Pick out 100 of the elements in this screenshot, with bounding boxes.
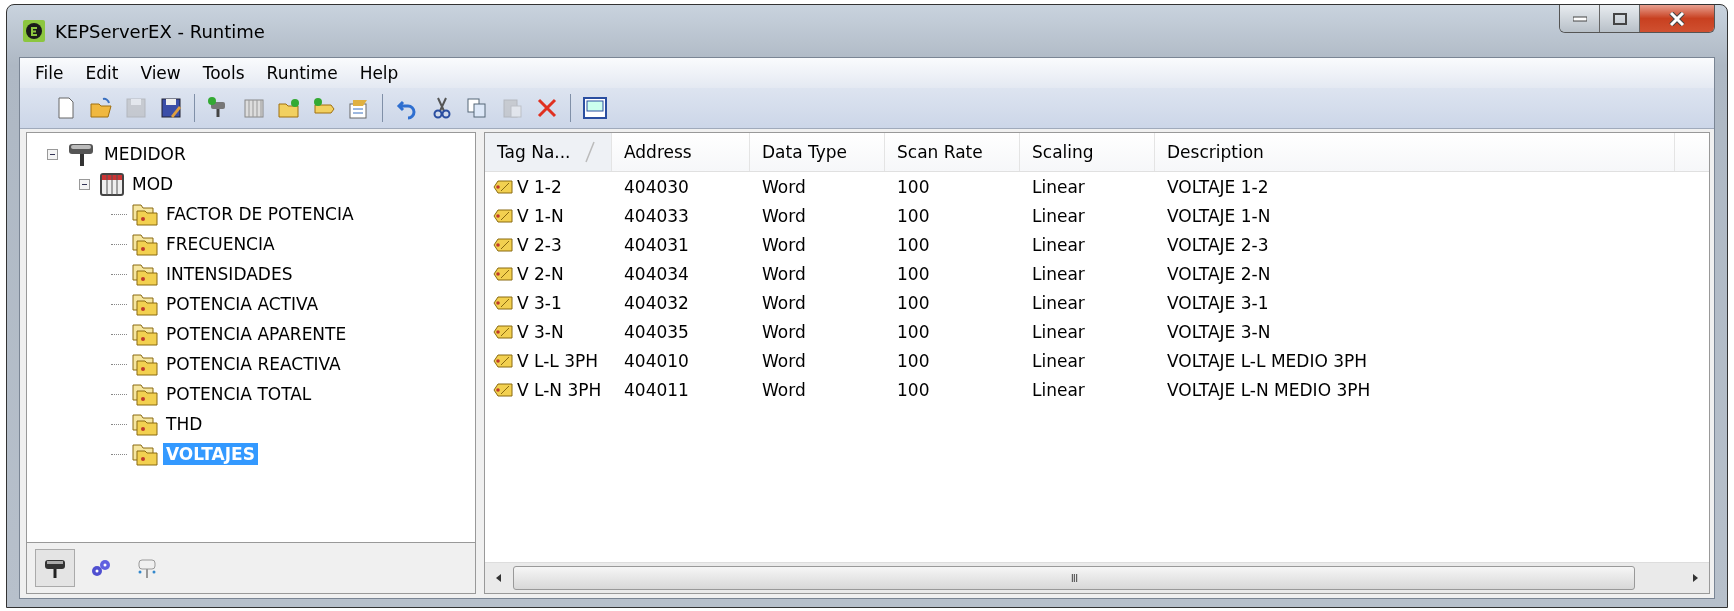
table-cell: Word — [762, 234, 806, 255]
menu-item[interactable]: File — [24, 63, 75, 83]
new-device-icon — [241, 96, 266, 120]
table-cell: VOLTAJE 1-2 — [1167, 176, 1269, 197]
folder-icon — [131, 232, 159, 256]
tag-name[interactable]: V 1-N — [517, 205, 564, 226]
table-cell: Linear — [1032, 263, 1085, 284]
maximize-icon — [1612, 12, 1627, 25]
tag-name[interactable]: V 3-1 — [517, 292, 562, 313]
table-cell: Linear — [1032, 205, 1085, 226]
folder-icon — [131, 292, 159, 316]
table-cell: 100 — [897, 350, 930, 371]
table-cell: 404032 — [624, 292, 689, 313]
menu-item[interactable]: Edit — [74, 63, 130, 83]
close-button[interactable] — [1640, 5, 1714, 32]
table-cell: 100 — [897, 176, 930, 197]
table-cell: Word — [762, 263, 806, 284]
close-icon — [1669, 11, 1685, 26]
table-cell: Linear — [1032, 379, 1085, 400]
table-cell: 100 — [897, 379, 930, 400]
tag-icon — [493, 265, 513, 282]
tag-name[interactable]: V 2-3 — [517, 234, 562, 255]
column-header[interactable]: Data Type — [750, 133, 885, 171]
menu-item[interactable]: Runtime — [255, 63, 349, 83]
table-cell: Linear — [1032, 350, 1085, 371]
table-cell: 404030 — [624, 176, 689, 197]
column-header[interactable]: Scaling — [1020, 133, 1155, 171]
table-cell: 404035 — [624, 321, 689, 342]
folder-icon — [131, 262, 159, 286]
column-header[interactable]: Address — [612, 133, 750, 171]
folder-icon — [131, 322, 159, 346]
table-cell: Word — [762, 292, 806, 313]
tree-item[interactable]: POTENCIA APARENTE — [163, 323, 350, 345]
table-cell: 404011 — [624, 379, 689, 400]
menu-item[interactable]: Tools — [191, 63, 256, 83]
table-cell: 404010 — [624, 350, 689, 371]
tag-icon — [493, 381, 513, 398]
table-cell: Word — [762, 205, 806, 226]
column-header[interactable]: Tag Na... — [485, 133, 612, 171]
tag-icon — [493, 352, 513, 369]
save-as-icon — [158, 96, 183, 120]
column-header[interactable]: Description — [1155, 133, 1675, 171]
tree-item[interactable]: POTENCIA ACTIVA — [163, 293, 322, 315]
tag-icon — [493, 207, 513, 224]
table-cell: Linear — [1032, 234, 1085, 255]
pane-tab[interactable] — [35, 549, 75, 587]
tree-item[interactable]: MEDIDOR — [101, 143, 189, 165]
minimize-button[interactable] — [1560, 5, 1600, 32]
scrollbar-thumb[interactable]: III — [513, 566, 1635, 590]
folder-icon — [131, 442, 159, 466]
save-icon — [123, 96, 148, 120]
window-title: KEPServerEX - Runtime — [55, 20, 265, 42]
open-folder-icon — [88, 96, 113, 120]
tag-icon — [493, 294, 513, 311]
horizontal-scrollbar[interactable]: III — [485, 562, 1709, 593]
tag-icon — [493, 178, 513, 195]
table-cell: Linear — [1032, 321, 1085, 342]
folder-icon — [131, 412, 159, 436]
table-cell: 100 — [897, 234, 930, 255]
tree-item[interactable]: POTENCIA REACTIVA — [163, 353, 344, 375]
menu-item[interactable]: Help — [348, 63, 410, 83]
tree-item[interactable]: FACTOR DE POTENCIA — [163, 203, 357, 225]
table-cell: 100 — [897, 292, 930, 313]
table-cell: 100 — [897, 263, 930, 284]
minimize-icon — [1572, 15, 1587, 22]
tag-name[interactable]: V L-L 3PH — [517, 350, 599, 371]
copy-icon — [464, 96, 489, 120]
tag-icon — [493, 323, 513, 340]
tag-name[interactable]: V 2-N — [517, 263, 564, 284]
table-cell: Word — [762, 321, 806, 342]
tag-name[interactable]: V 1-2 — [517, 176, 562, 197]
menu-item[interactable]: View — [129, 63, 192, 83]
maximize-button[interactable] — [1600, 5, 1640, 32]
tree-item[interactable]: POTENCIA TOTAL — [163, 383, 315, 405]
tree-item[interactable]: INTENSIDADES — [163, 263, 296, 285]
table-cell: Word — [762, 379, 806, 400]
tag-icon — [493, 236, 513, 253]
table-cell: VOLTAJE 3-N — [1167, 321, 1271, 342]
folder-icon — [131, 352, 159, 376]
table-cell: VOLTAJE L-N MEDIO 3PH — [1167, 379, 1371, 400]
table-cell: Linear — [1032, 292, 1085, 313]
table-cell: VOLTAJE 1-N — [1167, 205, 1271, 226]
folder-icon — [131, 202, 159, 226]
table-cell: Word — [762, 176, 806, 197]
tree-item[interactable]: FRECUENCIA — [163, 233, 278, 255]
table-cell: VOLTAJE 2-3 — [1167, 234, 1269, 255]
tag-name[interactable]: V L-N 3PH — [517, 379, 602, 400]
app-logo-icon — [23, 20, 45, 42]
table-cell: Linear — [1032, 176, 1085, 197]
tree-item[interactable]: MOD — [129, 173, 177, 195]
tree-item[interactable]: THD — [163, 413, 206, 435]
column-header[interactable]: Scan Rate — [885, 133, 1020, 171]
table-cell: 404033 — [624, 205, 689, 226]
table-cell: 100 — [897, 321, 930, 342]
folder-icon — [131, 382, 159, 406]
table-cell: 404031 — [624, 234, 689, 255]
sort-indicator-icon — [584, 141, 595, 163]
tag-name[interactable]: V 3-N — [517, 321, 564, 342]
device-icon — [99, 171, 125, 197]
table-cell: VOLTAJE L-L MEDIO 3PH — [1167, 350, 1368, 371]
